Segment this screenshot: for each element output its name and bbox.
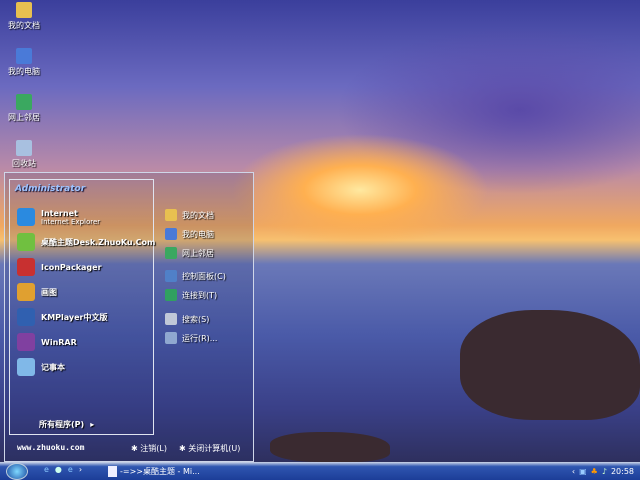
program-label: 画图 bbox=[41, 287, 57, 297]
globe-icon[interactable]: ● bbox=[55, 465, 62, 474]
kmplayer-icon bbox=[17, 308, 35, 326]
run-icon bbox=[165, 332, 177, 344]
place-label: 控制面板(C) bbox=[182, 271, 226, 281]
place-item[interactable]: 我的电脑 bbox=[165, 228, 214, 240]
winrar-icon bbox=[17, 333, 35, 351]
task-label: -=>>桌酷主题 - Mi... bbox=[120, 467, 200, 476]
network-icon bbox=[16, 94, 32, 110]
volume-tray-icon[interactable]: ♪ bbox=[602, 467, 607, 476]
program-label: Internet bbox=[41, 208, 78, 218]
power-icon: ✱ bbox=[179, 444, 189, 453]
notepad-icon bbox=[17, 358, 35, 376]
paint-icon bbox=[17, 283, 35, 301]
folder-icon bbox=[16, 2, 32, 18]
user-name: Administrator bbox=[15, 184, 86, 194]
desktop-icon-label: 网上邻居 bbox=[8, 113, 40, 122]
network-tray-icon[interactable]: ▣ bbox=[579, 467, 587, 476]
desktop-icon-label: 我的电脑 bbox=[8, 67, 40, 76]
iconpackager-icon bbox=[17, 258, 35, 276]
pinned-program[interactable]: 桌酷主题Desk.ZhuoKu.Com bbox=[17, 233, 155, 251]
pinned-program[interactable]: IconPackager bbox=[17, 258, 102, 276]
desktop-icon[interactable]: 我的电脑 bbox=[4, 48, 44, 77]
pinned-program[interactable]: WinRAR bbox=[17, 333, 77, 351]
browser-icon[interactable]: e bbox=[68, 465, 73, 474]
taskbar-task-button[interactable]: -=>>桌酷主题 - Mi... bbox=[108, 464, 200, 479]
shutdown-label: 关闭计算机(U) bbox=[188, 444, 241, 453]
website-label: www.zhuoku.com bbox=[17, 443, 85, 452]
program-label: 记事本 bbox=[41, 362, 65, 372]
network-icon bbox=[165, 247, 177, 259]
internet-explorer-icon[interactable]: e bbox=[44, 465, 49, 474]
document-icon bbox=[108, 466, 117, 477]
place-item[interactable]: 连接到(T) bbox=[165, 289, 217, 301]
place-item[interactable]: 搜索(S) bbox=[165, 313, 209, 325]
place-item[interactable]: 控制面板(C) bbox=[165, 270, 226, 282]
pinned-program[interactable]: Internet Internet Explorer bbox=[17, 208, 100, 226]
program-label: KMPlayer中文版 bbox=[41, 312, 108, 322]
internet-explorer-icon bbox=[17, 208, 35, 226]
place-label: 我的文档 bbox=[182, 210, 214, 220]
logoff-button[interactable]: ✱ 注销(L) bbox=[131, 443, 167, 454]
pinned-program[interactable]: 记事本 bbox=[17, 358, 65, 376]
desktop-icon[interactable]: 网上邻居 bbox=[4, 94, 44, 123]
wallpaper-rock bbox=[460, 310, 640, 420]
place-label: 网上邻居 bbox=[182, 248, 214, 258]
computer-icon bbox=[165, 228, 177, 240]
control-panel-icon bbox=[165, 270, 177, 282]
place-item[interactable]: 我的文档 bbox=[165, 209, 214, 221]
desktop-icon[interactable]: 我的文档 bbox=[4, 2, 44, 31]
program-label: WinRAR bbox=[41, 337, 77, 347]
pinned-program[interactable]: 画图 bbox=[17, 283, 57, 301]
qq-tray-icon[interactable]: ♣ bbox=[591, 467, 598, 476]
system-tray: ‹ ▣ ♣ ♪ 20:58 bbox=[540, 462, 640, 480]
place-label: 运行(R)... bbox=[182, 333, 218, 343]
desktop-icon-label: 回收站 bbox=[12, 159, 36, 168]
recycle-bin-icon bbox=[16, 140, 32, 156]
tray-expand-icon[interactable]: ‹ bbox=[572, 467, 575, 476]
search-icon bbox=[165, 313, 177, 325]
wallpaper-rock bbox=[270, 432, 390, 462]
theme-icon bbox=[17, 233, 35, 251]
place-item[interactable]: 运行(R)... bbox=[165, 332, 217, 344]
logoff-label: 注销(L) bbox=[140, 444, 167, 453]
program-label: 桌酷主题Desk.ZhuoKu.Com bbox=[41, 237, 156, 247]
shutdown-button[interactable]: ✱ 关闭计算机(U) bbox=[179, 443, 240, 454]
folder-icon bbox=[165, 209, 177, 221]
clock[interactable]: 20:58 bbox=[611, 467, 634, 476]
place-label: 我的电脑 bbox=[182, 229, 214, 239]
place-item[interactable]: 网上邻居 bbox=[165, 247, 214, 259]
key-icon: ✱ bbox=[131, 444, 141, 453]
program-sublabel: Internet Explorer bbox=[41, 217, 101, 226]
all-programs-label: 所有程序(P) bbox=[39, 420, 85, 429]
start-button[interactable] bbox=[6, 463, 28, 480]
desktop-icon[interactable]: 回收站 bbox=[4, 140, 44, 169]
program-label: IconPackager bbox=[41, 262, 102, 272]
arrow-right-icon: ▸ bbox=[90, 420, 95, 429]
start-menu: Administrator Internet Internet Explorer 桌… bbox=[4, 172, 254, 462]
desktop-icon-label: 我的文档 bbox=[8, 21, 40, 30]
place-label: 连接到(T) bbox=[182, 290, 218, 300]
place-label: 搜索(S) bbox=[182, 314, 210, 324]
pinned-program[interactable]: KMPlayer中文版 bbox=[17, 308, 108, 326]
connect-icon bbox=[165, 289, 177, 301]
quick-launch-expand[interactable]: › bbox=[79, 465, 82, 474]
computer-icon bbox=[16, 48, 32, 64]
all-programs-button[interactable]: 所有程序(P) ▸ bbox=[39, 419, 94, 430]
